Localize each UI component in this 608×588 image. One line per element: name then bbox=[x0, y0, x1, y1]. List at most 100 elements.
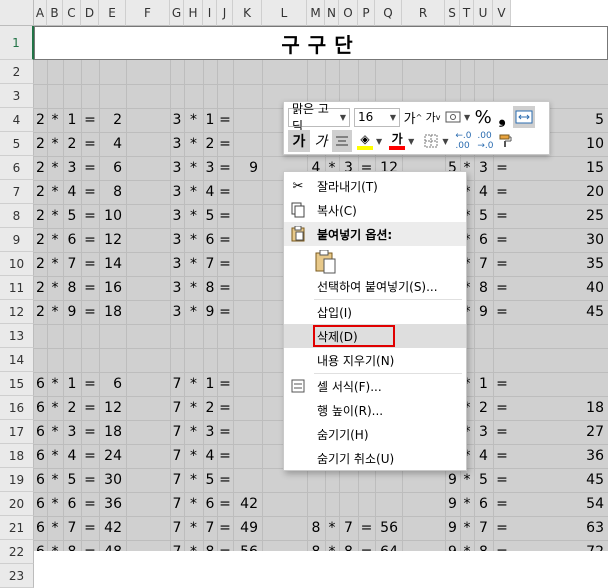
table-cell[interactable]: 7 bbox=[170, 468, 184, 492]
table-cell[interactable]: 6 bbox=[474, 228, 493, 252]
table-cell[interactable]: 2 bbox=[34, 156, 47, 180]
table-cell[interactable]: 6 bbox=[203, 492, 217, 516]
column-header[interactable]: E bbox=[99, 0, 126, 26]
table-cell[interactable]: 56 bbox=[375, 516, 402, 540]
table-cell[interactable]: = bbox=[81, 228, 99, 252]
column-header[interactable]: U bbox=[474, 0, 493, 26]
align-center-button[interactable] bbox=[332, 130, 352, 152]
accounting-format-button[interactable] bbox=[443, 106, 463, 128]
row-header[interactable]: 17 bbox=[0, 420, 34, 444]
table-cell[interactable]: = bbox=[81, 156, 99, 180]
table-cell[interactable]: = bbox=[81, 300, 99, 324]
table-cell[interactable]: 6 bbox=[34, 444, 47, 468]
table-cell[interactable]: 45 bbox=[493, 300, 608, 324]
row-header[interactable]: 15 bbox=[0, 372, 34, 396]
table-cell[interactable]: 4 bbox=[203, 444, 217, 468]
table-cell[interactable]: * bbox=[184, 540, 203, 551]
chevron-down-icon[interactable]: ▼ bbox=[464, 113, 470, 122]
table-cell[interactable]: 12 bbox=[99, 396, 126, 420]
table-cell[interactable]: * bbox=[184, 516, 203, 540]
table-cell[interactable]: 9 bbox=[203, 300, 217, 324]
table-cell[interactable]: 2 bbox=[34, 300, 47, 324]
table-cell[interactable]: * bbox=[47, 516, 63, 540]
table-cell[interactable]: 7 bbox=[474, 252, 493, 276]
table-cell[interactable]: = bbox=[358, 516, 375, 540]
table-cell[interactable]: 6 bbox=[34, 540, 47, 551]
table-cell[interactable]: = bbox=[358, 540, 375, 551]
font-size-dropdown[interactable]: 16 ▼ bbox=[354, 107, 400, 127]
table-cell[interactable]: 3 bbox=[170, 156, 184, 180]
table-cell[interactable]: 6 bbox=[34, 372, 47, 396]
table-cell[interactable]: 9 bbox=[445, 492, 460, 516]
row-header[interactable]: 5 bbox=[0, 132, 34, 156]
table-cell[interactable]: * bbox=[460, 492, 474, 516]
table-cell[interactable]: 1 bbox=[63, 108, 81, 132]
table-cell[interactable]: 3 bbox=[170, 252, 184, 276]
bold-button[interactable]: 가 bbox=[288, 130, 310, 152]
table-cell[interactable]: 2 bbox=[99, 108, 126, 132]
table-cell[interactable]: 4 bbox=[99, 132, 126, 156]
table-cell[interactable]: 7 bbox=[170, 516, 184, 540]
table-cell[interactable]: 42 bbox=[99, 516, 126, 540]
table-cell[interactable]: 3 bbox=[474, 420, 493, 444]
row-header[interactable]: 18 bbox=[0, 444, 34, 468]
table-cell[interactable]: 9 bbox=[445, 540, 460, 551]
row-header[interactable]: 13 bbox=[0, 324, 34, 348]
table-cell[interactable]: 7 bbox=[170, 540, 184, 551]
table-cell[interactable]: * bbox=[184, 228, 203, 252]
table-cell[interactable]: 8 bbox=[203, 540, 217, 551]
fill-color-button[interactable]: ◈ bbox=[354, 130, 376, 152]
table-cell[interactable]: 3 bbox=[63, 420, 81, 444]
table-cell[interactable]: 30 bbox=[99, 468, 126, 492]
table-cell[interactable]: = bbox=[217, 108, 233, 132]
table-cell[interactable]: 8 bbox=[63, 540, 81, 551]
table-cell[interactable]: 2 bbox=[34, 276, 47, 300]
format-painter-button[interactable] bbox=[496, 130, 516, 152]
table-cell[interactable]: * bbox=[184, 252, 203, 276]
column-header[interactable]: G bbox=[170, 0, 184, 26]
italic-button[interactable]: 가 bbox=[310, 130, 332, 152]
table-cell[interactable]: 12 bbox=[99, 228, 126, 252]
menu-item-clear-contents[interactable]: 내용 지우기(N) bbox=[284, 348, 466, 372]
table-cell[interactable]: 8 bbox=[307, 516, 325, 540]
column-header[interactable]: V bbox=[493, 0, 511, 26]
column-header[interactable]: Q bbox=[375, 0, 402, 26]
table-cell[interactable]: 24 bbox=[99, 444, 126, 468]
table-cell[interactable]: 5 bbox=[203, 468, 217, 492]
table-cell[interactable]: * bbox=[47, 396, 63, 420]
table-cell[interactable]: = bbox=[81, 444, 99, 468]
table-cell[interactable]: 4 bbox=[474, 180, 493, 204]
row-header[interactable]: 1 bbox=[0, 26, 34, 60]
column-header[interactable]: K bbox=[233, 0, 262, 26]
table-cell[interactable]: 3 bbox=[203, 420, 217, 444]
table-cell[interactable]: 8 bbox=[63, 276, 81, 300]
table-cell[interactable]: = bbox=[81, 492, 99, 516]
table-cell[interactable]: 7 bbox=[170, 420, 184, 444]
row-header[interactable]: 22 bbox=[0, 540, 34, 564]
table-cell[interactable]: 7 bbox=[339, 516, 358, 540]
table-cell[interactable]: 14 bbox=[99, 252, 126, 276]
table-cell[interactable]: 15 bbox=[493, 156, 608, 180]
table-cell[interactable]: 30 bbox=[493, 228, 608, 252]
table-cell[interactable]: 2 bbox=[63, 396, 81, 420]
column-header[interactable]: A bbox=[34, 0, 47, 26]
table-cell[interactable]: * bbox=[47, 228, 63, 252]
table-cell[interactable]: 4 bbox=[63, 444, 81, 468]
menu-item-insert[interactable]: 삽입(I) bbox=[284, 300, 466, 324]
table-cell[interactable]: 18 bbox=[99, 300, 126, 324]
table-cell[interactable]: 9 bbox=[474, 300, 493, 324]
chevron-down-icon[interactable]: ▼ bbox=[376, 137, 382, 146]
table-cell[interactable]: = bbox=[81, 132, 99, 156]
select-all-corner[interactable] bbox=[0, 0, 34, 26]
table-cell[interactable]: 8 bbox=[474, 540, 493, 551]
table-cell[interactable]: 1 bbox=[203, 108, 217, 132]
table-cell[interactable]: * bbox=[47, 180, 63, 204]
table-cell[interactable]: * bbox=[184, 276, 203, 300]
row-header[interactable]: 8 bbox=[0, 204, 34, 228]
table-cell[interactable]: 3 bbox=[170, 180, 184, 204]
table-cell[interactable]: * bbox=[184, 156, 203, 180]
table-cell[interactable]: * bbox=[184, 300, 203, 324]
table-cell[interactable]: = bbox=[493, 372, 511, 396]
table-cell[interactable]: * bbox=[184, 132, 203, 156]
table-cell[interactable]: 8 bbox=[339, 540, 358, 551]
